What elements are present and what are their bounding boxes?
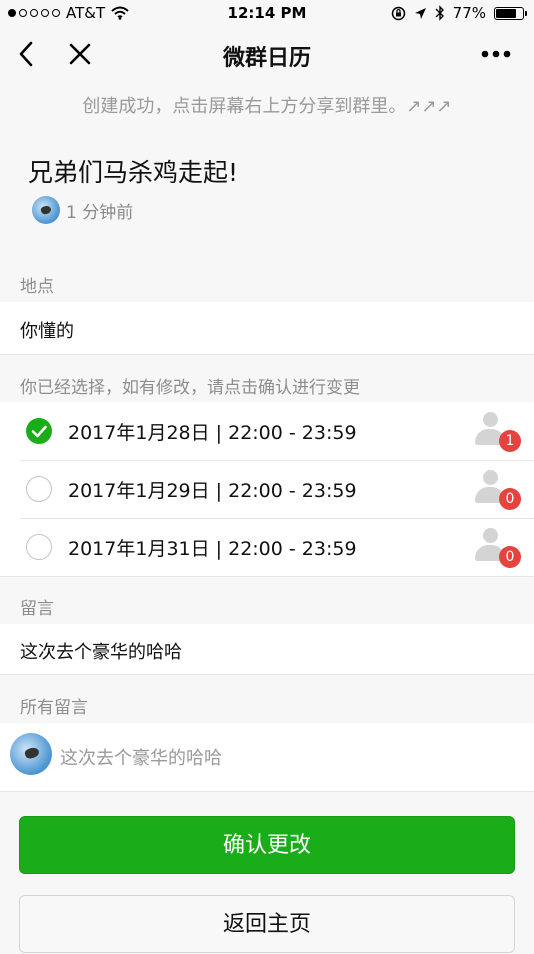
battery-icon [494,6,527,20]
more-button[interactable] [478,36,514,72]
event-creator: 1 分钟前 [32,196,133,224]
checked-icon[interactable] [26,418,52,444]
created-time: 1 分钟前 [66,202,134,223]
time-option-text: 2017年1月31日 | 22:00 - 23:59 [68,538,357,560]
bluetooth-icon [435,5,444,21]
location-label: 地点 [20,277,54,297]
confirm-changes-button[interactable]: 确认更改 [19,816,515,874]
share-hint: 创建成功，点击屏幕右上方分享到群里。↗↗↗ [82,96,452,117]
creator-avatar [32,196,60,224]
time-options-list: 2017年1月28日 | 22:00 - 23:59 1 2017年1月29日 … [0,402,534,576]
location-cell: 你懂的 [0,302,534,354]
vote-count-badge: 0 [499,546,521,568]
time-option[interactable]: 2017年1月31日 | 22:00 - 23:59 0 [0,518,534,576]
more-icon [481,50,511,58]
options-label: 你已经选择，如有修改，请点击确认进行变更 [20,378,360,398]
battery-percent: 77% [452,4,486,22]
all-messages-label: 所有留言 [20,698,88,718]
divider [0,354,534,355]
divider [0,576,534,577]
avatar-bird [39,204,53,216]
event-title: 兄弟们马杀鸡走起! [28,158,239,187]
unchecked-icon[interactable] [26,476,52,502]
time-option[interactable]: 2017年1月28日 | 22:00 - 23:59 1 [0,402,534,460]
message-cell[interactable]: 这次去个豪华的哈哈 [0,624,534,674]
location-arrow-icon [414,7,426,19]
divider [0,674,534,675]
status-right: 77% [391,4,527,22]
comment-text: 这次去个豪华的哈哈 [60,748,222,769]
battery-fill [496,8,516,18]
lock-rotation-icon [391,6,405,20]
vote-count-badge: 1 [499,430,521,452]
location-value: 你懂的 [20,321,74,342]
time-option-text: 2017年1月29日 | 22:00 - 23:59 [68,480,357,502]
message-label: 留言 [20,599,54,619]
time-option[interactable]: 2017年1月29日 | 22:00 - 23:59 0 [0,460,534,518]
avatar-bird [23,745,41,761]
return-home-button[interactable]: 返回主页 [19,895,515,953]
divider [0,791,534,792]
message-input[interactable]: 这次去个豪华的哈哈 [20,638,182,664]
unchecked-icon[interactable] [26,534,52,560]
commenter-avatar [10,733,52,775]
navigation-bar: 微群日历 [0,28,534,80]
time-option-text: 2017年1月28日 | 22:00 - 23:59 [68,422,357,444]
vote-count-badge: 0 [499,488,521,510]
status-bar: AT&T 12:14 PM 77% [0,0,534,28]
page-title: 微群日历 [222,46,311,71]
